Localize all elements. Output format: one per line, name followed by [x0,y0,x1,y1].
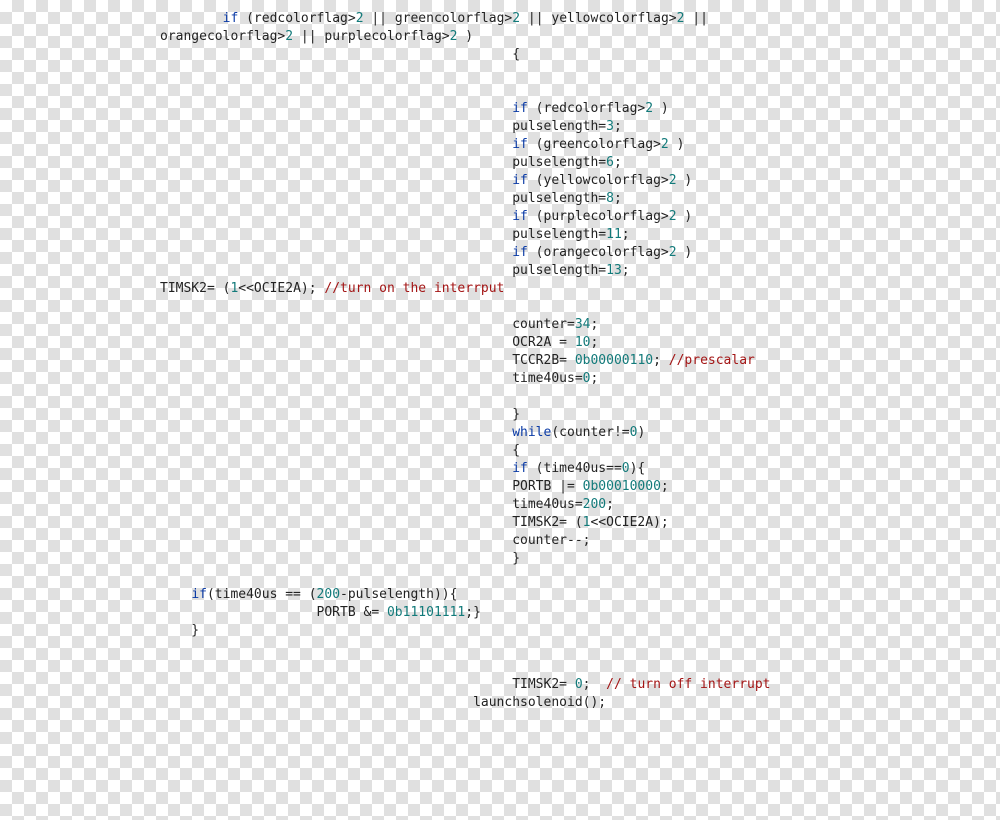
line: pulselength=11; [160,227,630,242]
code-block: if (redcolorflag>2 || greencolorflag>2 |… [160,10,980,712]
line: while(counter!=0) [160,425,645,440]
line: if (yellowcolorflag>2 ) [160,173,692,188]
line: PORTB |= 0b00010000; [160,479,669,494]
line: } [160,551,520,566]
line: if (redcolorflag>2 ) [160,101,669,116]
line: time40us=200; [160,497,614,512]
line: if (time40us==0){ [160,461,645,476]
line: if(time40us == (200-pulselength)){ [160,587,457,602]
line: if (purplecolorflag>2 ) [160,209,692,224]
line: TCCR2B= 0b00000110; //prescalar [160,353,755,368]
line: pulselength=8; [160,191,622,206]
line: if (orangecolorflag>2 ) [160,245,692,260]
line: launchsolenoid(); [160,695,606,710]
line: { [160,443,520,458]
line: pulselength=6; [160,155,622,170]
line: time40us=0; [160,371,598,386]
line: { [160,47,520,62]
line: PORTB &= 0b11101111;} [160,605,481,620]
line: if (redcolorflag>2 || greencolorflag>2 |… [160,11,708,26]
line: if (greencolorflag>2 ) [160,137,684,152]
line: pulselength=13; [160,263,630,278]
line: } [160,407,520,422]
line: } [160,623,199,638]
line: TIMSK2= 0; // turn off interrupt [160,677,771,692]
line: TIMSK2= (1<<OCIE2A); [160,515,669,530]
line: counter--; [160,533,590,548]
line: TIMSK2= (1<<OCIE2A); //turn on the inter… [160,281,504,296]
line: counter=34; [160,317,598,332]
line: OCR2A = 10; [160,335,598,350]
line: orangecolorflag>2 || purplecolorflag>2 ) [160,29,473,44]
line: pulselength=3; [160,119,622,134]
